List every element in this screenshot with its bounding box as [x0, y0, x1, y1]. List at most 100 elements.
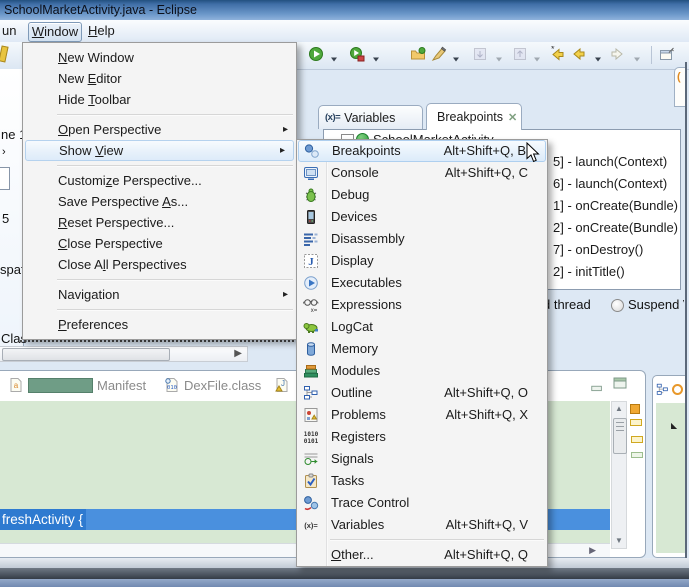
run-dropdown[interactable] — [330, 51, 338, 62]
maximize-icon[interactable] — [612, 375, 628, 394]
forward-button-disabled[interactable] — [609, 46, 625, 62]
minimize-icon[interactable] — [590, 381, 604, 398]
submenu-item-disassembly[interactable]: Disassembly — [297, 228, 547, 250]
titlebar[interactable]: SchoolMarketActivity.java - Eclipse — [0, 0, 689, 20]
editor-vertical-scrollbar[interactable]: ▲ ▼ — [611, 401, 627, 549]
mouse-cursor — [526, 142, 540, 163]
submenu-item-console[interactable]: Console Alt+Shift+Q, C — [297, 162, 547, 184]
menu-item-new-editor[interactable]: New Editor — [23, 68, 296, 89]
breakpoint-entry[interactable]: 2] - initTitle() — [553, 261, 625, 283]
overview-ruler-marker[interactable] — [630, 404, 640, 414]
save-button-disabled[interactable] — [472, 46, 488, 62]
menubar-item-window[interactable]: Window — [28, 22, 82, 42]
breakpoint-entry[interactable]: 7] - onDestroy() — [553, 239, 643, 261]
editor-tab-manifest[interactable]: a Manifest — [8, 377, 146, 393]
submenu-item-expressions[interactable]: x= Expressions — [297, 294, 547, 316]
scrollbar-thumb[interactable] — [2, 348, 170, 361]
back-button[interactable] — [571, 46, 587, 62]
menu-item-customize-perspective[interactable]: Customize Perspective... — [23, 170, 296, 191]
submenu-item-registers[interactable]: 1010 0101 Registers — [297, 426, 547, 448]
memory-icon — [303, 341, 319, 357]
menu-item-show-view[interactable]: Show View ▸ — [25, 140, 294, 161]
close-icon[interactable]: ✕ — [508, 111, 517, 124]
forward-dropdown-disabled[interactable] — [633, 51, 641, 62]
scroll-right-arrow-icon[interactable]: ▶ — [589, 545, 596, 556]
breakpoint-entry[interactable]: 1] - onCreate(Bundle) — [553, 195, 678, 217]
last-edit-location-button[interactable]: * — [550, 44, 566, 62]
menubar-item-un[interactable]: un — [2, 22, 16, 40]
menu-item-preferences[interactable]: Preferences — [23, 314, 296, 335]
toolbar-separator — [651, 46, 652, 64]
open-type-button[interactable] — [410, 46, 426, 62]
variables-icon: (x)= — [325, 112, 341, 123]
navigate-up-button-disabled[interactable] — [512, 46, 528, 62]
format-dropdown[interactable] — [452, 51, 460, 62]
menu-item-close-all-perspectives[interactable]: Close All Perspectives — [23, 254, 296, 275]
overview-ruler-marker[interactable] — [630, 419, 642, 426]
submenu-item-executables[interactable]: Executables — [297, 272, 547, 294]
submenu-item-signals[interactable]: Signals — [297, 448, 547, 470]
editor-tab-partial[interactable]: J — [274, 377, 290, 393]
submenu-item-display[interactable]: J Display — [297, 250, 547, 272]
overview-ruler-marker[interactable] — [631, 452, 643, 458]
submenu-item-modules[interactable]: Modules — [297, 360, 547, 382]
navigate-up-dropdown-disabled[interactable] — [533, 51, 541, 62]
editor-tab-dexfile-class[interactable]: 010 DexFile.class — [164, 377, 261, 393]
tab-breakpoints[interactable]: Breakpoints ✕ — [426, 103, 522, 130]
scroll-right-arrow-icon[interactable]: ▶ — [234, 347, 242, 361]
suspend-vm-radio[interactable] — [611, 299, 624, 312]
menu-item-label: New Editor — [58, 71, 122, 86]
breakpoint-entry[interactable]: 5] - launch(Context) — [553, 151, 667, 173]
submenu-item-outline[interactable]: Outline Alt+Shift+Q, O — [297, 382, 547, 404]
devices-icon — [303, 209, 319, 225]
overview-ruler-marker[interactable] — [631, 436, 643, 443]
submenu-item-label: Modules — [331, 363, 381, 378]
submenu-item-other[interactable]: Other... Alt+Shift+Q, Q — [297, 544, 547, 566]
submenu-item-variables[interactable]: (x)= Variables Alt+Shift+Q, V — [297, 514, 547, 536]
submenu-item-label: Expressions — [331, 297, 402, 312]
submenu-item-debug[interactable]: Debug — [297, 184, 547, 206]
menu-item-reset-perspective[interactable]: Reset Perspective... — [23, 212, 296, 233]
menu-item-open-perspective[interactable]: Open Perspective ▸ — [23, 119, 296, 140]
breakpoint-entry[interactable]: 2] - onCreate(Bundle) — [553, 217, 678, 239]
horizontal-scrollbar[interactable]: ▶ — [0, 346, 248, 362]
submenu-item-trace-control[interactable]: Trace Control — [297, 492, 547, 514]
menu-item-label: Preferences — [58, 317, 129, 332]
scrollbar-thumb[interactable] — [613, 418, 627, 454]
editor-tab-label: DexFile.class — [184, 377, 262, 393]
pin-editor-button[interactable] — [659, 46, 675, 62]
marker-triangle-icon: ◣ — [671, 421, 678, 430]
menu-item-navigation[interactable]: Navigation ▸ — [23, 284, 296, 305]
format-button[interactable] — [431, 46, 447, 62]
menu-separator — [23, 161, 296, 170]
coverage-run-dropdown[interactable] — [372, 51, 380, 62]
scroll-down-arrow-icon[interactable]: ▼ — [615, 536, 623, 545]
submenu-item-logcat[interactable]: LogCat — [297, 316, 547, 338]
submenu-item-tasks[interactable]: Tasks — [297, 470, 547, 492]
breakpoint-entry[interactable]: 6] - launch(Context) — [553, 173, 667, 195]
menu-item-new-window[interactable]: New Window — [23, 47, 296, 68]
submenu-item-label: Problems — [331, 407, 386, 422]
submenu-item-problems[interactable]: Problems Alt+Shift+Q, X — [297, 404, 547, 426]
breakpoints-icon — [304, 143, 320, 159]
outline-panel: ◣ — [652, 375, 685, 558]
run-button[interactable] — [308, 46, 324, 62]
submenu-item-breakpoints[interactable]: Breakpoints Alt+Shift+Q, B — [298, 140, 546, 162]
outline-icon — [656, 383, 669, 396]
submenu-item-devices[interactable]: Devices — [297, 206, 547, 228]
submenu-item-label: Registers — [331, 429, 386, 444]
back-dropdown[interactable] — [594, 51, 602, 62]
menubar-item-help[interactable]: Help — [88, 22, 115, 40]
coverage-run-button[interactable] — [349, 46, 365, 62]
submenu-item-shortcut: Alt+Shift+Q, B — [443, 143, 526, 158]
menu-item-close-perspective[interactable]: Close Perspective — [23, 233, 296, 254]
submenu-item-memory[interactable]: Memory — [297, 338, 547, 360]
scroll-up-arrow-icon[interactable]: ▲ — [615, 404, 623, 413]
menu-item-save-perspective-as[interactable]: Save Perspective As... — [23, 191, 296, 212]
tab-variables[interactable]: (x)= Variables — [318, 105, 423, 129]
variables-icon: (x)= — [303, 517, 319, 533]
logcat-icon — [303, 319, 319, 335]
background-widget-fragment — [0, 167, 10, 190]
save-dropdown-disabled[interactable] — [495, 51, 503, 62]
menu-item-hide-toolbar[interactable]: Hide Toolbar — [23, 89, 296, 110]
